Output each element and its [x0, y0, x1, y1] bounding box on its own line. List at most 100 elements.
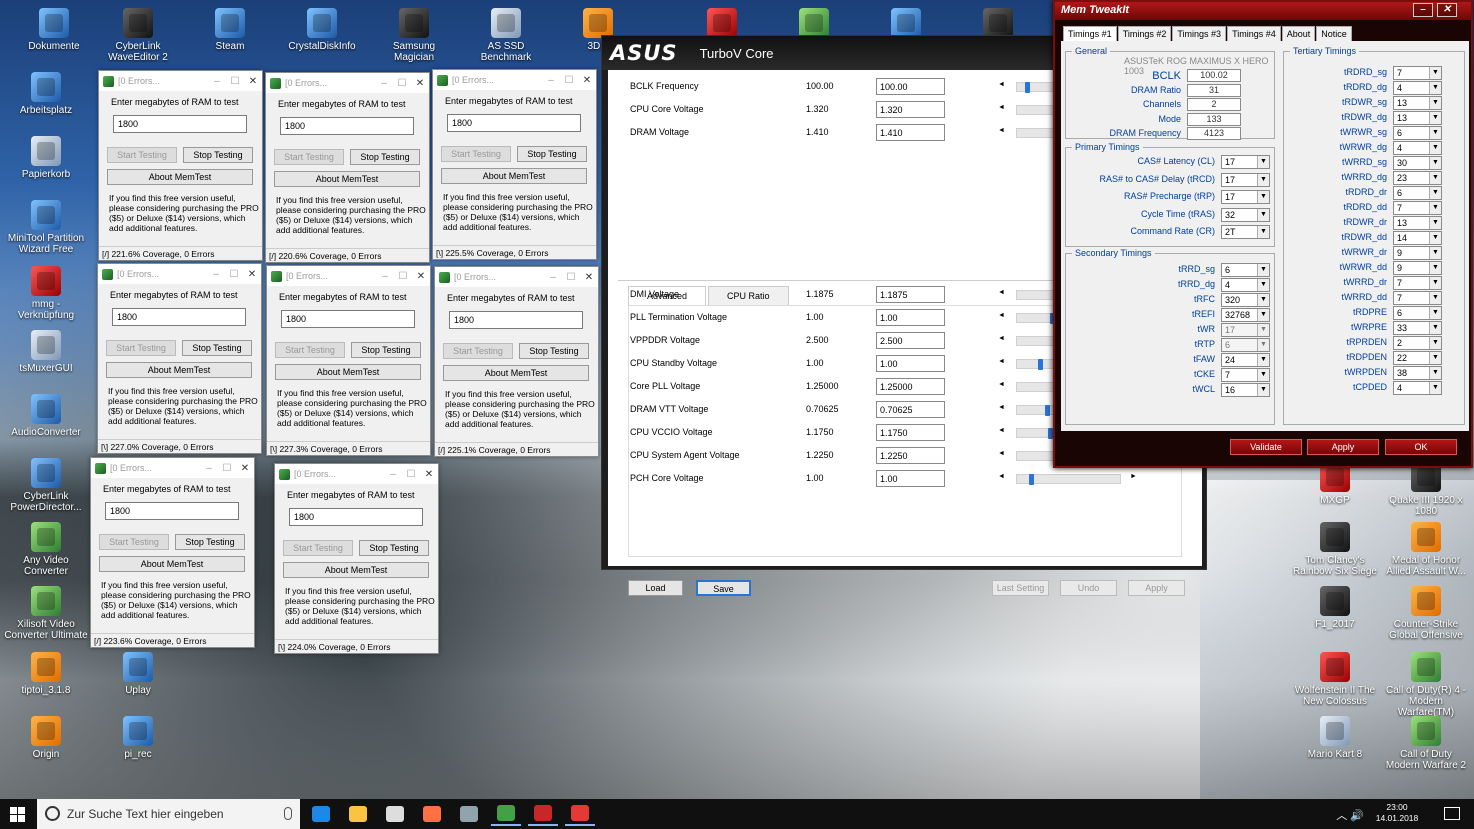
close-icon[interactable]: ✕ [411, 78, 429, 89]
timing-select[interactable]: 9 [1393, 261, 1442, 275]
stop-testing-button[interactable]: Stop Testing [359, 540, 429, 556]
voltage-input[interactable]: 1.320 [876, 101, 945, 118]
voltage-slider[interactable] [1016, 474, 1121, 485]
about-memtest-button[interactable]: About MemTest [99, 556, 245, 572]
timing-select[interactable]: 30 [1393, 156, 1442, 170]
ram-megabytes-input[interactable]: 1800 [447, 114, 581, 132]
close-icon[interactable]: ✕ [1437, 3, 1457, 17]
undo-button[interactable]: Undo [1060, 580, 1117, 596]
voltage-input[interactable]: 2.500 [876, 332, 945, 349]
firefox-taskbar-icon[interactable] [417, 802, 447, 826]
timing-select[interactable]: 7 [1393, 66, 1442, 80]
minimize-icon[interactable]: – [208, 76, 226, 87]
decrease-arrow-icon[interactable]: ◄ [998, 104, 1005, 111]
edge-taskbar-icon[interactable] [306, 802, 336, 826]
voltage-input[interactable]: 1.1875 [876, 286, 945, 303]
slider-thumb[interactable] [1044, 405, 1050, 416]
voltage-input[interactable]: 1.00 [876, 355, 945, 372]
minimize-icon[interactable]: – [200, 463, 218, 474]
slider-thumb[interactable] [1037, 359, 1043, 370]
timing-select[interactable]: 4 [1393, 381, 1442, 395]
samsung-magician-icon[interactable]: Samsung Magician [372, 8, 456, 63]
about-memtest-button[interactable]: About MemTest [283, 562, 429, 578]
timing-select[interactable]: 14 [1393, 231, 1442, 245]
decrease-arrow-icon[interactable]: ◄ [998, 127, 1005, 134]
timing-select[interactable]: 38 [1393, 366, 1442, 380]
tsmuxer-icon[interactable]: tsMuxerGUI [4, 330, 88, 374]
taskbar-clock[interactable]: 23:00 14.01.2018 [1372, 799, 1422, 824]
timing-select[interactable]: 320 [1221, 293, 1270, 307]
apply-timings-button[interactable]: Apply [1307, 439, 1379, 455]
save-button[interactable]: Save [696, 580, 751, 596]
timing-select[interactable]: 13 [1393, 111, 1442, 125]
close-icon[interactable]: ✕ [580, 272, 598, 283]
tab-about[interactable]: About [1281, 26, 1316, 42]
timing-select[interactable]: 4 [1221, 278, 1270, 292]
ram-megabytes-input[interactable]: 1800 [281, 310, 415, 328]
powerdirector-icon[interactable]: CyberLink PowerDirector... [4, 458, 88, 513]
timing-select[interactable]: 32768 [1221, 308, 1270, 322]
app-taskbar-icon-5[interactable] [454, 802, 484, 826]
decrease-arrow-icon[interactable]: ◄ [998, 381, 1005, 388]
timing-select[interactable]: 6 [1393, 306, 1442, 320]
timing-select[interactable]: 4 [1393, 141, 1442, 155]
decrease-arrow-icon[interactable]: ◄ [998, 335, 1005, 342]
voltage-input[interactable]: 1.00 [876, 309, 945, 326]
decrease-arrow-icon[interactable]: ◄ [998, 81, 1005, 88]
timing-select[interactable]: 17 [1221, 323, 1270, 337]
timing-select[interactable]: 7 [1393, 291, 1442, 305]
ram-megabytes-input[interactable]: 1800 [105, 502, 239, 520]
explorer-taskbar-icon[interactable] [343, 802, 373, 826]
mxgp-icon[interactable]: MXGP [1293, 462, 1377, 506]
voltage-input[interactable]: 0.70625 [876, 401, 945, 418]
maximize-icon[interactable]: ☐ [218, 463, 236, 474]
any-video-converter-icon[interactable]: Any Video Converter [4, 522, 88, 577]
validate-button[interactable]: Validate [1230, 439, 1302, 455]
xilisoft-icon[interactable]: Xilisoft Video Converter Ultimate [4, 586, 88, 641]
about-memtest-button[interactable]: About MemTest [106, 362, 252, 378]
close-icon[interactable]: ✕ [578, 75, 596, 86]
stop-testing-button[interactable]: Stop Testing [519, 343, 589, 359]
timing-select[interactable]: 7 [1393, 276, 1442, 290]
slider-thumb[interactable] [1029, 474, 1035, 485]
memtweakit-taskbar-icon[interactable] [565, 802, 595, 826]
maximize-icon[interactable]: ☐ [394, 271, 412, 282]
timing-select[interactable]: 6 [1393, 126, 1442, 140]
start-testing-button[interactable]: Start Testing [283, 540, 353, 556]
turbov-taskbar-icon[interactable] [528, 802, 558, 826]
start-testing-button[interactable]: Start Testing [106, 340, 176, 356]
decrease-arrow-icon[interactable]: ◄ [998, 358, 1005, 365]
mario-kart-icon[interactable]: Mario Kart 8 [1293, 716, 1377, 760]
maximize-icon[interactable]: ☐ [560, 75, 578, 86]
ram-megabytes-input[interactable]: 1800 [289, 508, 423, 526]
last-setting-button[interactable]: Last Setting [992, 580, 1049, 596]
maximize-icon[interactable]: ☐ [562, 272, 580, 283]
increase-arrow-icon[interactable]: ► [1130, 473, 1137, 480]
about-memtest-button[interactable]: About MemTest [274, 171, 420, 187]
timing-select[interactable]: 33 [1393, 321, 1442, 335]
timing-select[interactable]: 7 [1393, 201, 1442, 215]
maximize-icon[interactable]: ☐ [225, 269, 243, 280]
action-center-icon[interactable] [1444, 807, 1460, 820]
voltage-input[interactable]: 100.00 [876, 78, 945, 95]
start-testing-button[interactable]: Start Testing [274, 149, 344, 165]
timing-select[interactable]: 17 [1221, 190, 1270, 204]
close-icon[interactable]: ✕ [236, 463, 254, 474]
about-memtest-button[interactable]: About MemTest [107, 169, 253, 185]
stop-testing-button[interactable]: Stop Testing [183, 147, 253, 163]
tray-icons[interactable]: ︿ 🔊 [1336, 807, 1364, 823]
about-memtest-button[interactable]: About MemTest [275, 364, 421, 380]
timing-select[interactable]: 7 [1221, 368, 1270, 382]
timing-select[interactable]: 24 [1221, 353, 1270, 367]
this-pc-icon[interactable]: Arbeitsplatz [4, 72, 88, 116]
start-testing-button[interactable]: Start Testing [107, 147, 177, 163]
ram-megabytes-input[interactable]: 1800 [113, 115, 247, 133]
tab-timings-3[interactable]: Timings #3 [1172, 26, 1227, 42]
start-testing-button[interactable]: Start Testing [99, 534, 169, 550]
ok-button[interactable]: OK [1385, 439, 1457, 455]
taskbar-search[interactable]: Zur Suche Text hier eingeben [37, 799, 300, 829]
cod-mw2-icon[interactable]: Call of Duty Modern Warfare 2 [1384, 716, 1468, 771]
apply-button[interactable]: Apply [1128, 580, 1185, 596]
start-testing-button[interactable]: Start Testing [441, 146, 511, 162]
timing-select[interactable]: 32 [1221, 207, 1270, 222]
